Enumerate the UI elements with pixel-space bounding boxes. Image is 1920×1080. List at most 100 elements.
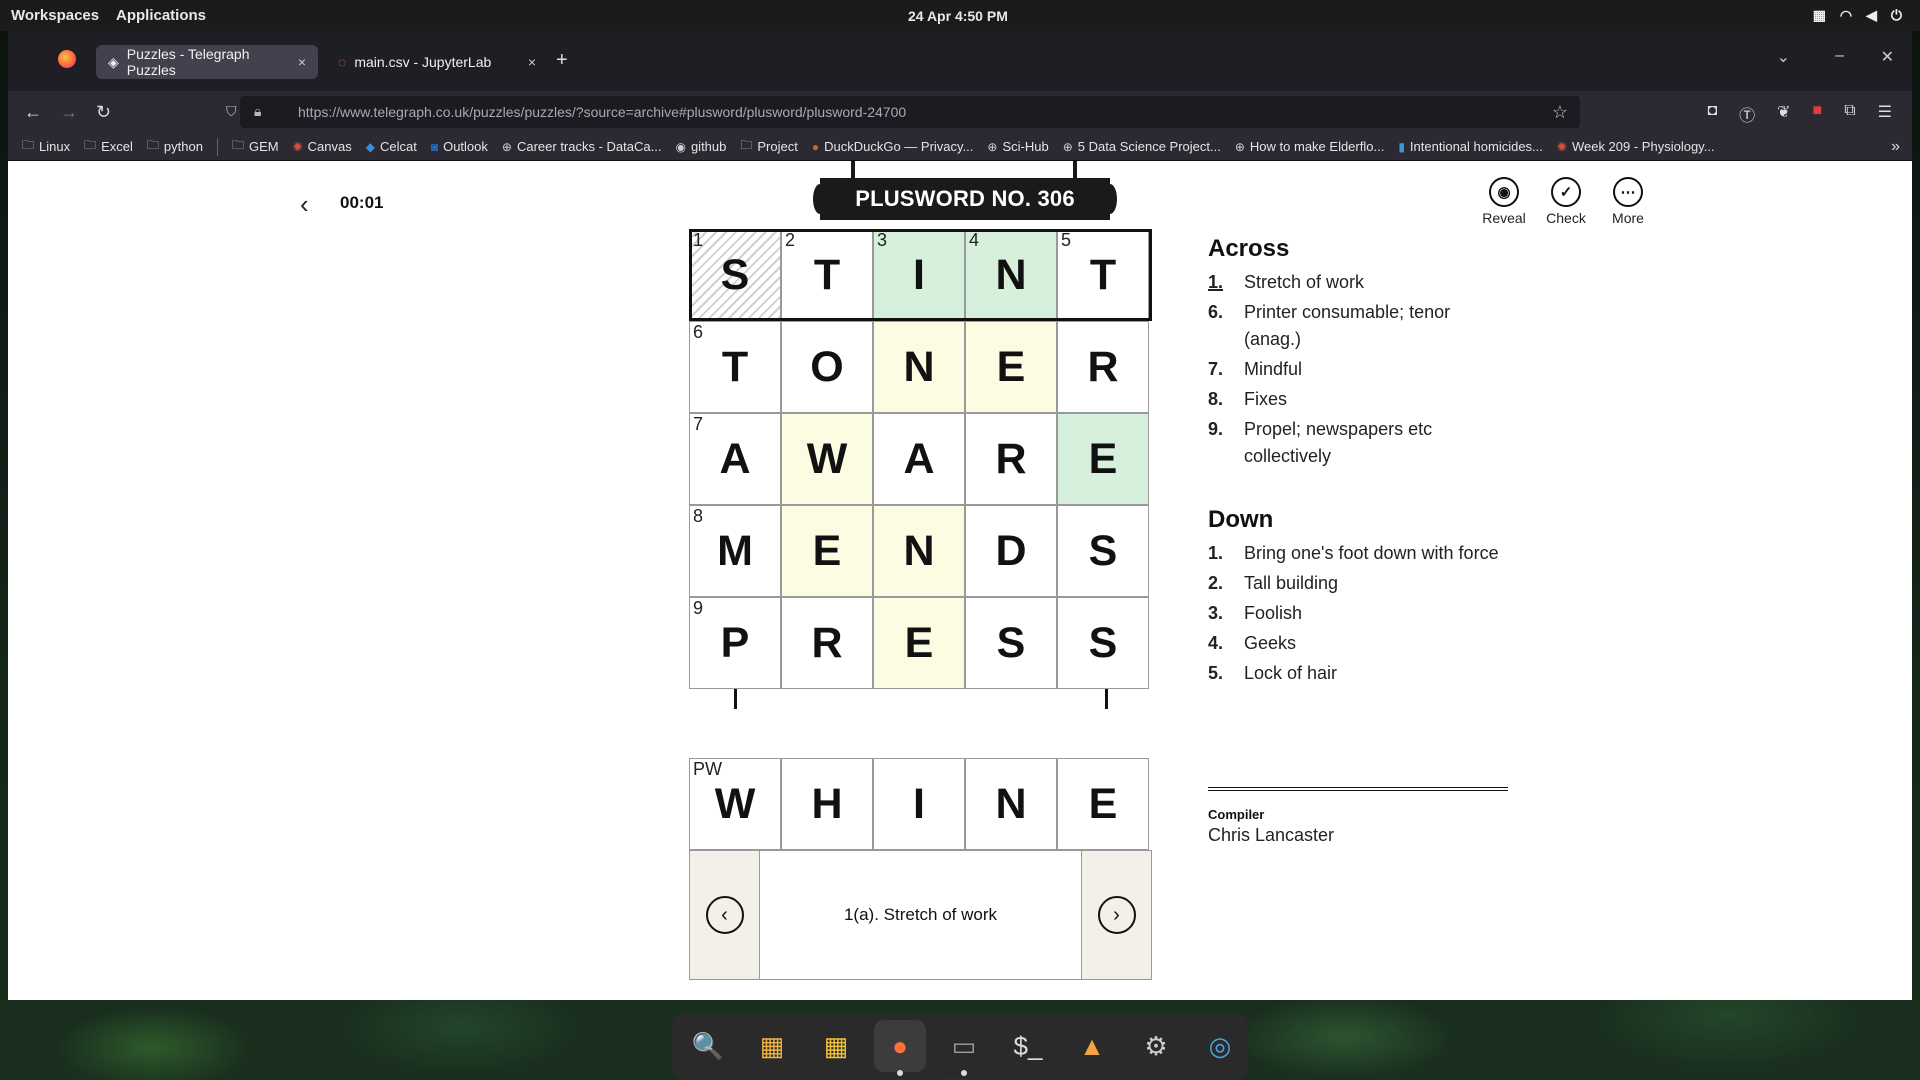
across-clue-item[interactable]: 9. Propel; newspapers etc collectively <box>1208 416 1508 470</box>
grid-cell[interactable]: R <box>1057 321 1149 413</box>
bookmark-week-209-physiology[interactable]: ✺ Week 209 - Physiology... <box>1557 139 1715 154</box>
plusword-cell[interactable]: N <box>965 758 1057 850</box>
back-arrow-icon[interactable]: ← <box>24 102 42 123</box>
grid-cell[interactable]: E <box>965 321 1057 413</box>
grid-cell[interactable]: 2T <box>781 229 873 321</box>
close-tab-icon[interactable]: × <box>298 54 306 70</box>
gallery-app-icon[interactable]: ▦ <box>746 1020 798 1072</box>
reload-icon[interactable]: ↻ <box>96 102 111 123</box>
hamburger-menu-icon[interactable]: ☰ <box>1878 102 1892 126</box>
grid-cell[interactable]: E <box>781 505 873 597</box>
firefox-app-icon[interactable]: ● <box>874 1020 926 1076</box>
grid-cell[interactable]: N <box>873 321 965 413</box>
terminal-app-icon[interactable]: $_ <box>1002 1020 1054 1072</box>
tool-more-button[interactable]: ⋯ More <box>1604 177 1652 226</box>
down-clue-item[interactable]: 4. Geeks <box>1208 630 1508 657</box>
bookmark-gem[interactable]: 🗀︎ GEM <box>232 136 279 157</box>
bookmark-duckduckgo-privacy[interactable]: ● DuckDuckGo — Privacy... <box>812 139 974 154</box>
across-clue-item[interactable]: 7. Mindful <box>1208 356 1508 383</box>
bookmark-github[interactable]: ◉ github <box>675 139 726 154</box>
grid-cell[interactable]: 6T <box>689 321 781 413</box>
bookmark-celcat[interactable]: ◆ Celcat <box>366 139 417 154</box>
tracking-shield-icon[interactable]: ⛉ <box>226 103 237 120</box>
plusword-cell[interactable]: H <box>781 758 873 850</box>
across-clue-item[interactable]: 8. Fixes <box>1208 386 1508 413</box>
grid-cell[interactable]: 1S <box>689 229 781 321</box>
firefox-menu-icon[interactable] <box>58 50 76 68</box>
down-clue-item[interactable]: 3. Foolish <box>1208 600 1508 627</box>
grid-cell[interactable]: 5T <box>1057 229 1149 321</box>
grid-cell[interactable]: 3I <box>873 229 965 321</box>
bookmark-sci-hub[interactable]: ⊕ Sci-Hub <box>987 139 1048 154</box>
next-clue-chevron-icon[interactable]: › <box>1097 896 1136 934</box>
more-bookmarks-chevron-icon[interactable]: » <box>1891 138 1900 156</box>
url-text[interactable]: https://www.telegraph.co.uk/puzzles/puzz… <box>298 104 906 120</box>
close-window-icon[interactable]: ✕ <box>1881 47 1894 67</box>
extensions-puzzle-icon[interactable]: ⧉ <box>1844 102 1855 126</box>
across-clue-item[interactable]: 6. Printer consumable; tenor (anag.) <box>1208 299 1508 353</box>
bookmark-outlook[interactable]: ◙ Outlook <box>431 139 488 154</box>
grid-cell[interactable]: S <box>965 597 1057 689</box>
bookmark-python[interactable]: 🗀︎ python <box>147 136 203 157</box>
system-tray[interactable]: ▦ ◠ ◀ ⏻ <box>1813 7 1902 24</box>
across-clue-item[interactable]: 1. Stretch of work <box>1208 269 1508 296</box>
tab-list-chevron-icon[interactable]: ⌄ <box>1777 47 1790 67</box>
system-clock[interactable]: 24 Apr 4:50 PM <box>908 8 1008 24</box>
bookmark-intentional-homicides[interactable]: ▮ Intentional homicides... <box>1398 139 1543 154</box>
bookmark-project[interactable]: 🗀︎ Project <box>740 136 797 157</box>
applications-button[interactable]: Applications <box>116 7 206 24</box>
grid-cell[interactable]: 7A <box>689 413 781 505</box>
grid-cell[interactable]: D <box>965 505 1057 597</box>
tool-check-button[interactable]: ✓ Check <box>1542 177 1590 226</box>
files-app-icon[interactable]: ▭ <box>938 1020 990 1076</box>
grid-cell[interactable]: 4N <box>965 229 1057 321</box>
grid-cell[interactable]: S <box>1057 505 1149 597</box>
bookmark-career-tracks-dataca[interactable]: ⊕ Career tracks - DataCa... <box>502 139 662 154</box>
app-grid-icon[interactable]: ▦ <box>810 1020 862 1072</box>
grid-cell[interactable]: 8M <box>689 505 781 597</box>
bookmark-canvas[interactable]: ✺ Canvas <box>293 139 352 154</box>
plusword-cell[interactable]: PW W <box>689 758 781 850</box>
grid-cell[interactable]: O <box>781 321 873 413</box>
pocket-icon[interactable]: ◘ <box>1707 102 1717 126</box>
grid-cell[interactable]: A <box>873 413 965 505</box>
grid-cell[interactable]: 9P <box>689 597 781 689</box>
wifi-icon[interactable]: ◠ <box>1840 7 1852 24</box>
bookmark-linux[interactable]: 🗀︎ Linux <box>22 136 70 157</box>
grid-cell[interactable]: R <box>965 413 1057 505</box>
tab-jupyterlab[interactable]: ◌ main.csv - JupyterLab × <box>326 45 548 79</box>
workspaces-button[interactable]: Workspaces <box>11 7 99 24</box>
power-icon[interactable]: ⏻ <box>1891 7 1902 24</box>
plusword-cell[interactable]: E <box>1057 758 1149 850</box>
down-clue-item[interactable]: 2. Tall building <box>1208 570 1508 597</box>
window-layout-icon[interactable]: ▦ <box>1813 7 1826 24</box>
prev-clue-chevron-icon[interactable]: ‹ <box>705 896 744 934</box>
down-clue-item[interactable]: 1. Bring one's foot down with force <box>1208 540 1508 567</box>
tool-reveal-button[interactable]: ◉ Reveal <box>1480 177 1528 226</box>
grid-cell[interactable]: W <box>781 413 873 505</box>
grid-cell[interactable]: E <box>873 597 965 689</box>
search-app-icon[interactable]: 🔍 <box>682 1020 734 1072</box>
settings-app-icon[interactable]: ⚙ <box>1130 1020 1182 1072</box>
extension-t-icon[interactable]: Ⓣ <box>1739 102 1755 126</box>
new-tab-button[interactable]: + <box>556 49 568 72</box>
grid-cell[interactable]: S <box>1057 597 1149 689</box>
grid-cell[interactable]: R <box>781 597 873 689</box>
extension-leaf-icon[interactable]: ❦ <box>1777 102 1790 126</box>
bookmark-star-icon[interactable]: ☆ <box>1552 102 1568 123</box>
grid-cell[interactable]: N <box>873 505 965 597</box>
extension-red-icon[interactable]: ■ <box>1813 102 1823 126</box>
plusword-cell[interactable]: I <box>873 758 965 850</box>
forward-arrow-icon[interactable]: → <box>60 102 78 123</box>
back-chevron-icon[interactable]: ‹ <box>300 189 309 220</box>
bookmark-excel[interactable]: 🗀︎ Excel <box>84 136 133 157</box>
close-tab-icon[interactable]: × <box>528 54 536 70</box>
tab-telegraph-puzzles[interactable]: ◈ Puzzles - Telegraph Puzzles × <box>96 45 318 79</box>
down-clue-item[interactable]: 5. Lock of hair <box>1208 660 1508 687</box>
grid-cell[interactable]: E <box>1057 413 1149 505</box>
lock-icon[interactable]: 🔒︎ <box>254 103 261 120</box>
address-bar[interactable]: ⛉ 🔒︎ https://www.telegraph.co.uk/puzzles… <box>226 96 1580 128</box>
bookmark-5-data-science-project[interactable]: ⊕ 5 Data Science Project... <box>1063 139 1221 154</box>
steam-app-icon[interactable]: ◎ <box>1194 1020 1246 1072</box>
bookmark-how-to-make-elderflo[interactable]: ⊕ How to make Elderflo... <box>1235 139 1384 154</box>
